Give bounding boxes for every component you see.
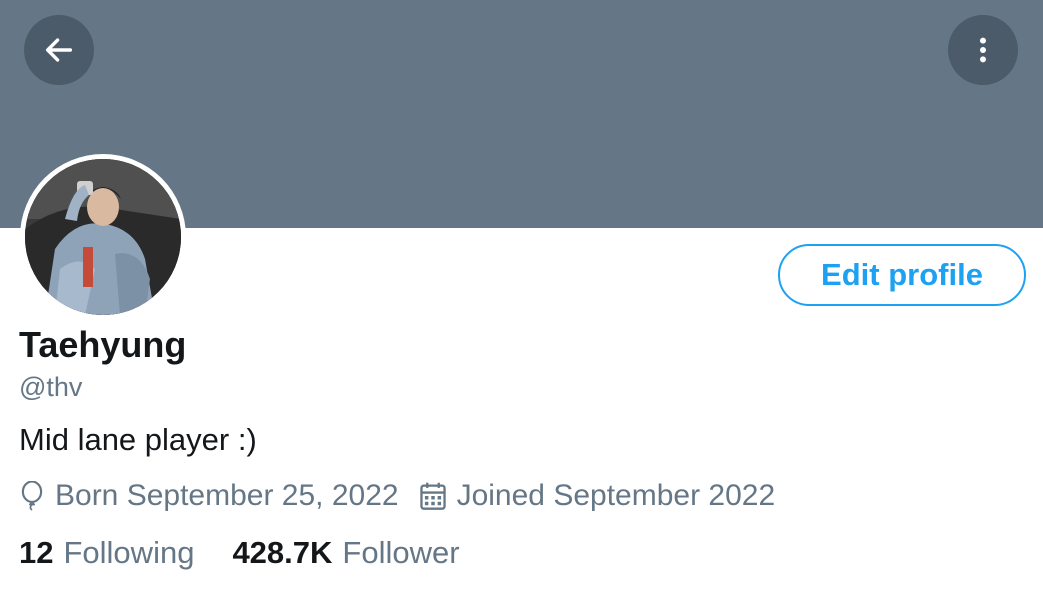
following-count: 12 [19, 535, 54, 570]
back-button[interactable] [24, 15, 94, 85]
edit-profile-button[interactable]: Edit profile [778, 244, 1026, 306]
more-options-button[interactable] [948, 15, 1018, 85]
follower-link[interactable]: 428.7K Follower [232, 535, 459, 571]
following-label: Following [63, 535, 195, 570]
birthday-item: Born September 25, 2022 [19, 479, 399, 513]
follower-label: Follower [342, 535, 460, 570]
follower-count: 428.7K [232, 535, 333, 570]
profile-meta: Born September 25, 2022 Joined September… [19, 479, 775, 513]
balloon-icon [21, 481, 43, 511]
username-handle: @thv [19, 372, 83, 402]
profile-bio: Mid lane player :) [19, 422, 257, 457]
calendar-icon [419, 482, 446, 510]
display-name: Taehyung [19, 324, 187, 365]
profile-page: Edit profile Taehyung @thv Mid lane play… [0, 0, 1043, 600]
follow-stats: 12 Following 428.7K Follower [19, 535, 460, 571]
joined-item: Joined September 2022 [419, 479, 776, 513]
avatar-photo [25, 159, 181, 315]
arrow-left-icon [45, 38, 73, 62]
joined-text: Joined September 2022 [456, 479, 776, 512]
birthday-text: Born September 25, 2022 [55, 479, 399, 512]
vertical-dots-icon [980, 37, 986, 63]
avatar[interactable] [20, 154, 186, 320]
following-link[interactable]: 12 Following [19, 535, 194, 571]
